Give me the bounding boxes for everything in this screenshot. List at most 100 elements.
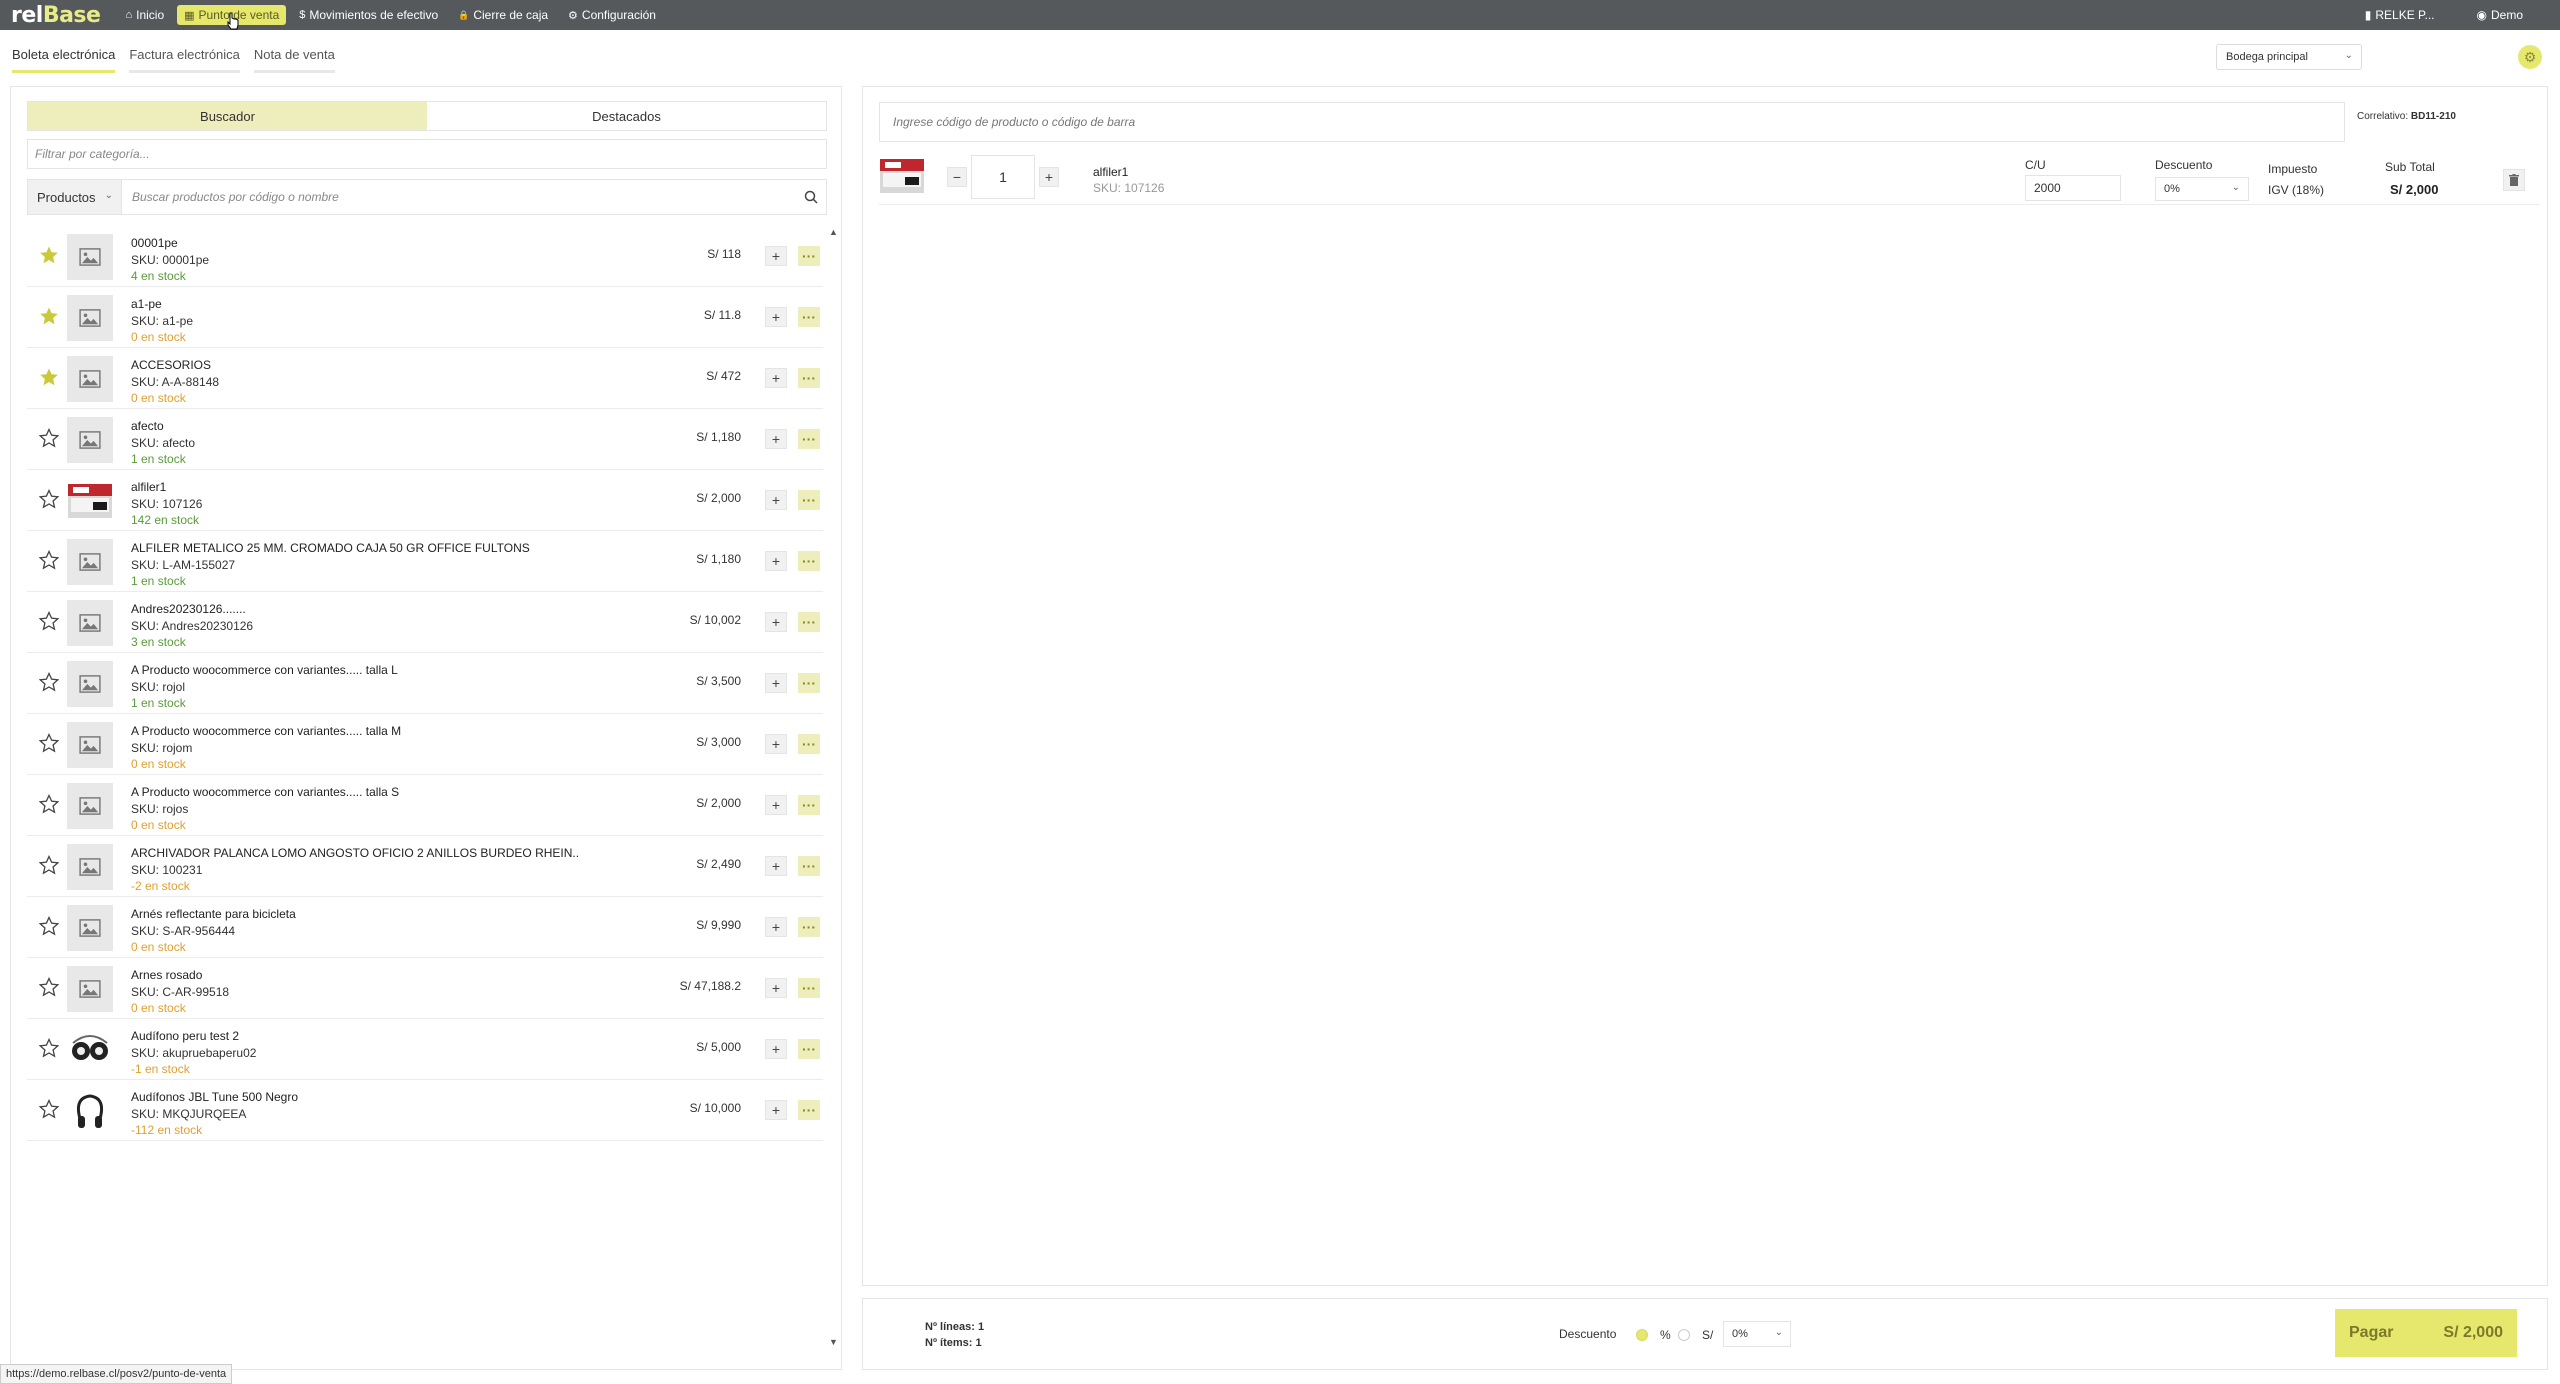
product-row[interactable]: ACCESORIOS SKU: A-A-88148 0 en stock S/ 472… <box>27 348 823 409</box>
more-options-button[interactable]: ··· <box>798 856 820 876</box>
more-options-button[interactable]: ··· <box>798 551 820 571</box>
tab-nota-de-venta[interactable]: Nota de venta <box>253 44 335 73</box>
unit-price-input[interactable]: 2000 <box>2025 175 2121 201</box>
settings-gear-button[interactable]: ⚙ <box>2518 45 2542 69</box>
product-stock: 3 en stock <box>131 635 186 649</box>
more-options-button[interactable]: ··· <box>798 246 820 266</box>
more-options-button[interactable]: ··· <box>798 307 820 327</box>
more-options-button[interactable]: ··· <box>798 368 820 388</box>
star-outline-icon[interactable] <box>38 915 60 936</box>
add-to-cart-button[interactable]: + <box>765 917 787 937</box>
qty-increase-button[interactable]: + <box>1039 167 1059 187</box>
more-options-button[interactable]: ··· <box>798 490 820 510</box>
barcode-input[interactable]: Ingrese código de producto o código de b… <box>879 102 2345 142</box>
product-row[interactable]: Audífono peru test 2 SKU: akupruebaperu02… <box>27 1019 823 1080</box>
image-placeholder-icon <box>67 783 113 829</box>
search-icon[interactable] <box>796 190 826 204</box>
add-to-cart-button[interactable]: + <box>765 551 787 571</box>
star-filled-icon[interactable] <box>39 245 59 265</box>
add-to-cart-button[interactable]: + <box>765 856 787 876</box>
star-outline-icon[interactable] <box>38 976 60 997</box>
product-price: S/ 9,990 <box>696 918 741 932</box>
qty-input[interactable]: 1 <box>971 155 1035 199</box>
user-menu[interactable]: ◉ Demo <box>2470 5 2531 25</box>
add-to-cart-button[interactable]: + <box>765 734 787 754</box>
nav-movimientos[interactable]: $ Movimientos de efectivo <box>292 5 445 25</box>
star-outline-icon[interactable] <box>38 732 60 753</box>
more-options-button[interactable]: ··· <box>798 673 820 693</box>
add-to-cart-button[interactable]: + <box>765 1039 787 1059</box>
star-outline-icon[interactable] <box>38 549 60 570</box>
star-filled-icon[interactable] <box>39 367 59 387</box>
star-outline-icon[interactable] <box>38 427 60 448</box>
more-options-button[interactable]: ··· <box>798 978 820 998</box>
pay-label: Pagar <box>2349 1324 2394 1341</box>
nav-configuracion[interactable]: ⚙ Configuración <box>561 5 663 25</box>
add-to-cart-button[interactable]: + <box>765 490 787 510</box>
product-row[interactable]: Audífonos JBL Tune 500 Negro SKU: MKQJURQ… <box>27 1080 823 1141</box>
more-options-button[interactable]: ··· <box>798 612 820 632</box>
product-row[interactable]: alfiler1 SKU: 107126 142 en stock S/ 2,000 +… <box>27 470 823 531</box>
more-options-button[interactable]: ··· <box>798 734 820 754</box>
add-to-cart-button[interactable]: + <box>765 1100 787 1120</box>
more-options-button[interactable]: ··· <box>798 917 820 937</box>
add-to-cart-button[interactable]: + <box>765 307 787 327</box>
more-options-button[interactable]: ··· <box>798 1039 820 1059</box>
star-filled-icon[interactable] <box>39 306 59 326</box>
line-tax: IGV (18%) <box>2268 183 2325 197</box>
product-stock: -112 en stock <box>131 1123 203 1137</box>
add-to-cart-button[interactable]: + <box>765 795 787 815</box>
product-row[interactable]: Arnes rosado SKU: C-AR-99518 0 en stock S/ … <box>27 958 823 1019</box>
more-options-button[interactable]: ··· <box>798 1100 820 1120</box>
product-row[interactable]: A Producto woocommerce con variantes....… <box>27 653 823 714</box>
product-row[interactable]: 00001pe SKU: 00001pe 4 en stock S/ 118 + ··· <box>27 226 823 287</box>
nav-cierre-de-caja[interactable]: 🔒 Cierre de caja <box>451 5 555 25</box>
star-outline-icon[interactable] <box>38 793 60 814</box>
category-filter-input[interactable]: Filtrar por categoría... <box>27 139 827 169</box>
add-to-cart-button[interactable]: + <box>765 673 787 693</box>
add-to-cart-button[interactable]: + <box>765 978 787 998</box>
product-row[interactable]: ARCHIVADOR PALANCA LOMO ANGOSTO OFICIO 2… <box>27 836 823 897</box>
more-options-button[interactable]: ··· <box>798 429 820 449</box>
tab-buscador[interactable]: Buscador <box>28 102 427 130</box>
product-sku: SKU: 00001pe <box>131 253 210 267</box>
warehouse-select[interactable]: Bodega principal ⌄ <box>2216 44 2362 70</box>
star-outline-icon[interactable] <box>38 854 60 875</box>
product-row[interactable]: Andres20230126....... SKU: Andres20230126… <box>27 592 823 653</box>
product-row[interactable]: A Producto woocommerce con variantes....… <box>27 714 823 775</box>
product-row[interactable]: a1-pe SKU: a1-pe 0 en stock S/ 11.8 + ··· <box>27 287 823 348</box>
line-discount-select[interactable]: 0% ⌄ <box>2155 177 2249 201</box>
product-search-input[interactable]: Buscar productos por código o nombre <box>122 190 796 204</box>
scroll-up-arrow-icon[interactable]: ▲ <box>829 227 838 237</box>
product-price: S/ 2,000 <box>696 796 741 810</box>
discount-percent-radio[interactable] <box>1636 1329 1648 1341</box>
tab-destacados[interactable]: Destacados <box>427 102 826 130</box>
product-row[interactable]: afecto SKU: afecto 1 en stock S/ 1,180 + ··· <box>27 409 823 470</box>
product-row[interactable]: ALFILER METALICO 25 MM. CROMADO CAJA 50 … <box>27 531 823 592</box>
star-outline-icon[interactable] <box>38 610 60 631</box>
product-row[interactable]: Arnés reflectante para bicicleta SKU: S-A… <box>27 897 823 958</box>
product-row[interactable]: A Producto woocommerce con variantes....… <box>27 775 823 836</box>
add-to-cart-button[interactable]: + <box>765 368 787 388</box>
remove-line-button[interactable] <box>2503 169 2525 191</box>
add-to-cart-button[interactable]: + <box>765 246 787 266</box>
more-options-button[interactable]: ··· <box>798 795 820 815</box>
star-outline-icon[interactable] <box>38 671 60 692</box>
discount-currency-radio[interactable] <box>1678 1329 1690 1341</box>
add-to-cart-button[interactable]: + <box>765 429 787 449</box>
product-type-select[interactable]: Productos ⌄ <box>28 180 122 214</box>
add-to-cart-button[interactable]: + <box>765 612 787 632</box>
star-outline-icon[interactable] <box>38 1098 60 1119</box>
warehouse-value: Bodega principal <box>2226 51 2308 63</box>
pay-button[interactable]: Pagar S/ 2,000 <box>2335 1309 2517 1357</box>
star-outline-icon[interactable] <box>38 488 60 509</box>
nav-inicio[interactable]: ⌂ Inicio <box>118 5 171 25</box>
relbase-logo[interactable]: relBase <box>11 3 101 28</box>
tab-factura[interactable]: Factura electrónica <box>129 44 240 73</box>
global-discount-select[interactable]: 0% ⌄ <box>1723 1321 1791 1347</box>
company-menu[interactable]: ▮ RELKE P... <box>2358 5 2442 25</box>
tab-boleta[interactable]: Boleta electrónica <box>12 44 116 73</box>
scroll-down-arrow-icon[interactable]: ▼ <box>829 1337 838 1347</box>
star-outline-icon[interactable] <box>38 1037 60 1058</box>
qty-decrease-button[interactable]: − <box>947 167 967 187</box>
